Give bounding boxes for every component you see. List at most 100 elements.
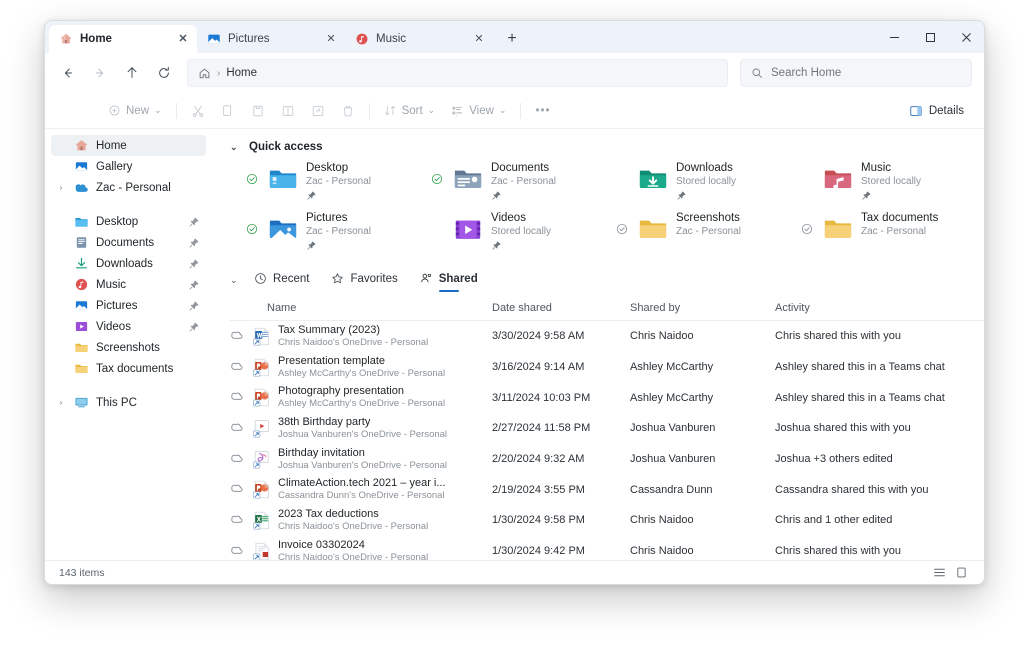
pin-icon[interactable] [188,237,200,249]
item-count: 143 items [59,566,105,579]
table-row[interactable]: Invoice 03302024 Chris Naidoo's OneDrive… [230,536,984,560]
item-name: Downloads [676,162,733,174]
details-view-button[interactable] [950,564,972,582]
sidebar-item-pictures[interactable]: Pictures [51,295,206,316]
pin-icon[interactable] [188,321,200,333]
table-row[interactable]: Tax Summary (2023) Chris Naidoo's OneDri… [230,321,984,352]
quick-access-item-desktop[interactable]: Desktop Zac - Personal [246,159,431,203]
pictures-folder-icon [269,220,297,239]
item-sublabel: Stored locally [861,176,922,187]
rename-icon [282,105,293,116]
quick-access-item-downloads[interactable]: Downloads Stored locally [616,159,801,203]
date-shared-cell: 1/30/2024 9:42 PM [492,545,585,558]
sidebar-item-gallery[interactable]: Gallery [51,156,206,177]
pin-icon[interactable] [188,279,200,291]
sidebar-item-documents[interactable]: Documents [51,232,206,253]
sidebar-item-home[interactable]: Home [51,135,206,156]
desktop-folder-icon [75,217,88,227]
home-icon [60,33,72,44]
breadcrumb[interactable]: › Home [187,59,728,87]
chevron-right-icon[interactable]: › [55,183,67,192]
sidebar-item-videos[interactable]: Videos [51,316,206,337]
search-input[interactable]: Search Home [740,59,972,87]
paste-button[interactable] [244,98,272,124]
chevron-down-icon[interactable]: ⌄ [230,142,240,153]
sort-button[interactable]: Sort ⌄ [377,98,443,124]
tab-recent[interactable]: Recent [248,269,315,292]
table-row[interactable]: 38th Birthday party Joshua Vanburen's On… [230,413,984,444]
sync-status-badge [616,159,630,172]
sidebar-item-label: Music [96,278,127,291]
column-header-date-shared[interactable]: Date shared [492,302,630,314]
table-row[interactable]: Photography presentation Ashley McCarthy… [230,382,984,413]
column-header-activity[interactable]: Activity [775,302,984,314]
pin-icon[interactable] [188,216,200,228]
back-button[interactable] [53,59,83,87]
quick-access-item-documents[interactable]: Documents Zac - Personal [431,159,616,203]
tab-shared[interactable]: Shared [414,269,484,292]
sidebar-item-zac-personal[interactable]: › Zac - Personal [51,177,206,198]
quick-access-item-tax-documents[interactable]: Tax documents Zac - Personal [801,209,984,253]
share-icon [312,105,323,116]
tab-close-icon[interactable]: ✕ [175,31,191,47]
address-bar: › Home Search Home [45,53,984,93]
quick-access-item-screenshots[interactable]: Screenshots Zac - Personal [616,209,801,253]
details-pane-button[interactable]: Details [901,98,972,124]
table-row[interactable]: 2023 Tax deductions Chris Naidoo's OneDr… [230,505,984,536]
minimize-button[interactable] [876,21,912,53]
pin-icon [307,241,316,250]
quick-access-item-music[interactable]: Music Stored locally [801,159,984,203]
home-icon [199,68,210,78]
delete-button[interactable] [334,98,362,124]
column-header-name[interactable]: Name [230,302,492,314]
pin-icon [862,191,871,200]
cloud-status-icon [230,451,252,468]
copy-button[interactable] [214,98,242,124]
tab-pictures[interactable]: Pictures ✕ [197,25,345,53]
sidebar-item-music[interactable]: Music [51,274,206,295]
sidebar-item-desktop[interactable]: Desktop [51,211,206,232]
table-row[interactable]: Presentation template Ashley McCarthy's … [230,352,984,383]
file-name: Invoice 03302024 [278,538,365,551]
tab-close-icon[interactable]: ✕ [471,31,487,47]
pin-icon[interactable] [188,258,200,270]
tab-close-icon[interactable]: ✕ [323,31,339,47]
quick-access-item-pictures[interactable]: Pictures Zac - Personal [246,209,431,253]
file-name-cell: Invoice 03302024 Chris Naidoo's OneDrive… [278,539,492,560]
sidebar-item-downloads[interactable]: Downloads [51,253,206,274]
new-button[interactable]: New ⌄ [101,98,169,124]
rename-button[interactable] [274,98,302,124]
column-header-shared-by[interactable]: Shared by [630,302,775,314]
new-tab-button[interactable]: + [499,26,525,52]
shared-by-cell: Joshua Vanburen [630,422,716,435]
chevron-down-icon[interactable]: ⌄ [230,275,240,286]
sidebar-item-label: Zac - Personal [96,181,171,194]
quick-access-item-videos[interactable]: Videos Stored locally [431,209,616,253]
pin-icon[interactable] [188,300,200,312]
cut-button[interactable] [184,98,212,124]
forward-button[interactable] [85,59,115,87]
content-pane: ⌄ Quick access Desktop Zac - Personal Do… [212,129,984,560]
sidebar-item-screenshots[interactable]: Screenshots [51,337,206,358]
tab-music[interactable]: Music ✕ [345,25,493,53]
sidebar-item-this-pc[interactable]: › This PC [51,392,206,413]
list-view-button[interactable] [928,564,950,582]
view-button[interactable]: View ⌄ [444,98,513,124]
tab-home[interactable]: Home ✕ [49,25,197,53]
refresh-button[interactable] [149,59,179,87]
file-location: Joshua Vanburen's OneDrive - Personal [278,459,448,471]
maximize-button[interactable] [912,21,948,53]
tab-favorites[interactable]: Favorites [325,269,403,292]
chevron-right-icon[interactable]: › [55,398,67,407]
share-button[interactable] [304,98,332,124]
more-options-button[interactable]: ••• [528,98,557,124]
close-button[interactable] [948,21,984,53]
table-row[interactable]: Birthday invitation Joshua Vanburen's On… [230,444,984,475]
table-row[interactable]: ClimateAction.tech 2021 – year i... Cass… [230,474,984,505]
breadcrumb-current[interactable]: Home [226,67,257,79]
sidebar-item-tax-documents[interactable]: Tax documents [51,358,206,379]
quick-access-header[interactable]: ⌄ Quick access [230,141,984,153]
this-pc-icon [75,397,88,408]
folder-icon [824,220,852,238]
up-button[interactable] [117,59,147,87]
